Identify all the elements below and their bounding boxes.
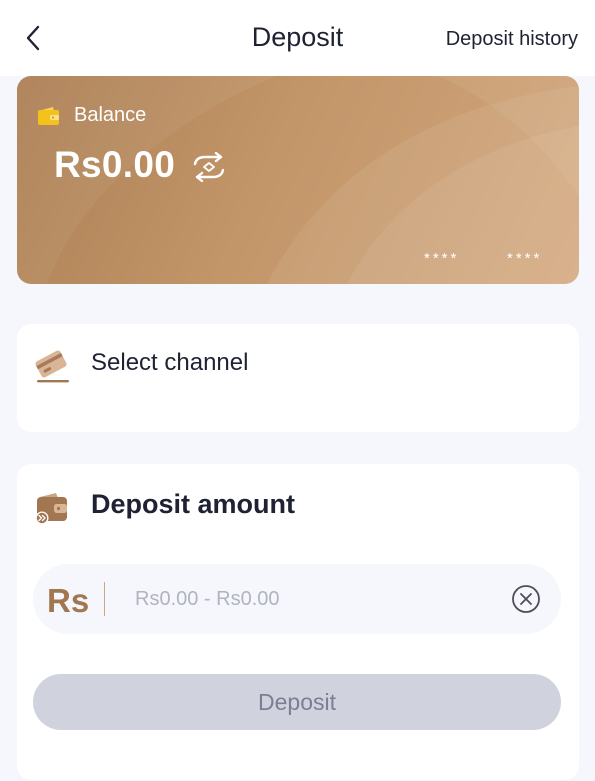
balance-amount: Rs0.00 bbox=[54, 144, 176, 185]
header: Deposit Deposit history bbox=[0, 0, 595, 76]
chevron-left-icon bbox=[26, 25, 40, 51]
deposit-history-link[interactable]: Deposit history bbox=[446, 28, 578, 51]
card-mask-group-1: **** bbox=[424, 250, 460, 267]
back-button[interactable] bbox=[18, 20, 48, 56]
balance-label-row: Balance bbox=[38, 104, 146, 127]
refresh-balance-button[interactable] bbox=[191, 152, 227, 182]
select-channel-panel[interactable]: Select channel bbox=[17, 324, 579, 432]
clear-amount-button[interactable] bbox=[511, 584, 541, 614]
amount-field: Rs bbox=[33, 564, 561, 634]
wallet-transfer-icon bbox=[35, 493, 67, 525]
balance-label: Balance bbox=[74, 104, 147, 126]
deposit-page: Deposit Deposit history Balance Rs0.00 *… bbox=[0, 0, 595, 781]
amount-input[interactable] bbox=[135, 564, 495, 634]
currency-symbol: Rs bbox=[47, 582, 90, 619]
refresh-icon bbox=[193, 152, 225, 182]
deposit-button[interactable]: Deposit bbox=[33, 674, 561, 730]
wallet-icon bbox=[38, 106, 59, 125]
clear-circle-icon bbox=[512, 585, 540, 613]
deposit-amount-panel: Deposit amount Rs Deposit bbox=[17, 464, 579, 780]
field-divider bbox=[104, 582, 105, 616]
card-mask-group-2: **** bbox=[507, 250, 543, 267]
select-channel-label: Select channel bbox=[91, 349, 249, 376]
balance-card: Balance Rs0.00 **** **** bbox=[17, 76, 579, 284]
card-icon bbox=[35, 350, 69, 383]
deposit-amount-title: Deposit amount bbox=[91, 489, 296, 519]
balance-amount-row: Rs0.00 bbox=[54, 144, 227, 186]
